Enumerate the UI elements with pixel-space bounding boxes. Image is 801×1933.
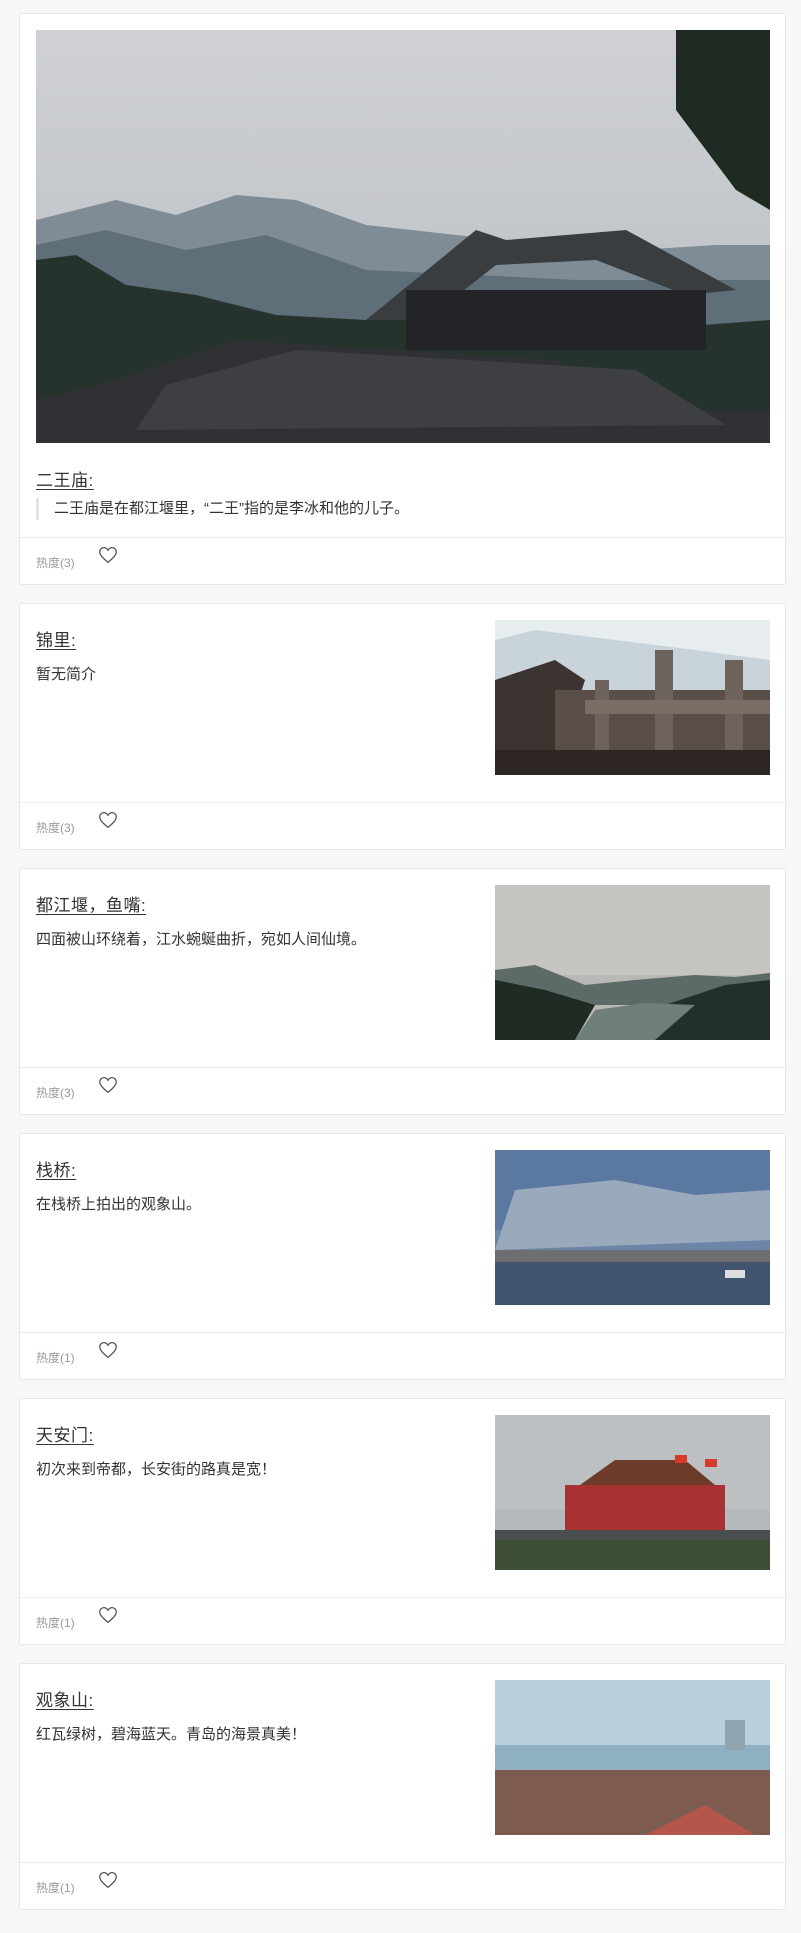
post-title[interactable]: 都江堰，鱼嘴: [36,891,146,916]
post-photo-tiananmen[interactable] [495,1415,770,1570]
heat-label: 热度 [36,556,61,570]
heat-label: 热度 [36,1616,61,1630]
post-description: 在栈桥上拍出的观象山。 [36,1196,202,1213]
heat-indicator: 热度(1) [36,1614,75,1631]
post-feed: 二王庙: 二王庙是在都江堰里，“二王”指的是李冰和他的儿子。 热度(3) 锦里:… [19,13,786,1928]
post-title[interactable]: 锦里: [36,626,76,651]
heart-outline-icon[interactable] [97,1339,119,1361]
heat-indicator: 热度(3) [36,1084,75,1101]
heat-count: (1) [60,1616,75,1630]
heat-count: (1) [60,1881,75,1895]
post-description: 二王庙是在都江堰里，“二王”指的是李冰和他的儿子。 [36,498,770,520]
post-card: 都江堰，鱼嘴: 四面被山环绕着，江水蜿蜒曲折，宛如人间仙境。 热度(3) [19,868,786,1115]
heat-indicator: 热度(1) [36,1879,75,1896]
post-footer: 热度(3) [20,802,785,849]
heat-indicator: 热度(3) [36,554,75,571]
heat-count: (3) [60,556,75,570]
post-footer: 热度(1) [20,1597,785,1644]
heart-outline-icon[interactable] [97,1074,119,1096]
post-description: 红瓦绿树，碧海蓝天。青岛的海景真美！ [36,1726,307,1743]
post-card: 栈桥: 在栈桥上拍出的观象山。 热度(1) [19,1133,786,1380]
post-title[interactable]: 二王庙: [36,466,94,491]
post-description: 四面被山环绕着，江水蜿蜒曲折，宛如人间仙境。 [36,931,367,948]
post-title[interactable]: 天安门: [36,1421,94,1446]
post-title[interactable]: 栈桥: [36,1156,76,1181]
heat-count: (1) [60,1351,75,1365]
post-footer: 热度(3) [20,1067,785,1114]
post-card: 天安门: 初次来到帝都，长安街的路真是宽！ 热度(1) [19,1398,786,1645]
heart-outline-icon[interactable] [97,809,119,831]
heat-count: (3) [60,1086,75,1100]
post-card: 二王庙: 二王庙是在都江堰里，“二王”指的是李冰和他的儿子。 热度(3) [19,13,786,585]
heat-indicator: 热度(3) [36,819,75,836]
post-photo-zhanqiao[interactable] [495,1150,770,1305]
post-description: 暂无简介 [36,666,97,683]
post-title[interactable]: 观象山: [36,1686,94,1711]
post-footer: 热度(1) [20,1332,785,1379]
heat-indicator: 热度(1) [36,1349,75,1366]
heat-label: 热度 [36,1086,61,1100]
heart-outline-icon[interactable] [97,1869,119,1891]
heat-count: (3) [60,821,75,835]
post-footer: 热度(1) [20,1862,785,1909]
post-photo-temple[interactable] [36,30,770,443]
heat-label: 热度 [36,821,61,835]
heat-label: 热度 [36,1351,61,1365]
post-photo-jinli[interactable] [495,620,770,775]
post-card: 观象山: 红瓦绿树，碧海蓝天。青岛的海景真美！ 热度(1) [19,1663,786,1910]
post-card: 锦里: 暂无简介 热度(3) [19,603,786,850]
post-photo-guanxiangshan[interactable] [495,1680,770,1835]
post-footer: 热度(3) [20,537,785,584]
post-description: 初次来到帝都，长安街的路真是宽！ [36,1461,277,1478]
heart-outline-icon[interactable] [97,1604,119,1626]
heat-label: 热度 [36,1881,61,1895]
post-photo-yuzui[interactable] [495,885,770,1040]
heart-outline-icon[interactable] [97,544,119,566]
